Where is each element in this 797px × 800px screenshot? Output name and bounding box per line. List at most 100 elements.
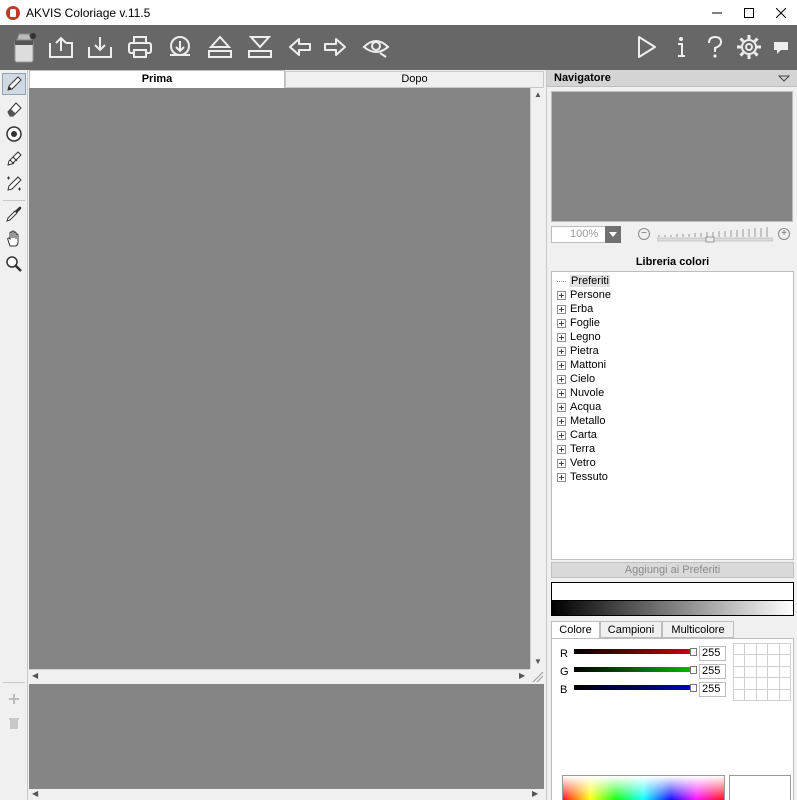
print-button[interactable] [126,33,154,61]
swatch-cell[interactable] [756,655,768,666]
expand-icon[interactable] [557,430,566,440]
swatch-cell[interactable] [779,644,790,655]
scroll-left-icon[interactable]: ◀ [32,671,38,681]
color-strip[interactable] [551,582,794,600]
zoom-tool[interactable] [2,253,26,275]
swatch-cell[interactable] [756,678,768,689]
pencil-tool[interactable] [2,73,26,95]
tab-after[interactable]: Dopo [285,71,544,88]
info-button[interactable] [667,33,695,61]
expand-icon[interactable] [557,472,566,482]
library-item-favorites[interactable]: Preferiti [557,274,610,288]
tab-multicolore[interactable]: Multicolore [662,621,734,638]
swatch-cell[interactable] [734,689,745,700]
color-spectrum[interactable] [562,775,725,800]
red-slider-handle[interactable] [690,648,697,656]
hand-tool[interactable] [2,228,26,250]
green-value-input[interactable]: 255 [699,664,726,679]
zoom-out-button[interactable]: − [638,228,650,240]
expand-icon[interactable] [557,290,566,300]
swatch-cell[interactable] [779,678,790,689]
library-item[interactable]: Pietra [557,344,599,358]
swatch-cell[interactable] [734,644,745,655]
green-slider[interactable] [574,667,696,672]
swatch-cell[interactable] [779,655,790,666]
horizontal-scrollbar[interactable]: ◀ ▶ [29,669,530,683]
blue-slider[interactable] [574,685,696,690]
zoom-in-button[interactable]: + [778,228,790,240]
tab-before[interactable]: Prima [29,70,285,88]
image-canvas[interactable] [29,88,530,669]
zoom-slider[interactable] [657,225,773,243]
export-strokes-button[interactable] [246,33,274,61]
swatch-cell[interactable] [734,655,745,666]
swatch-cell[interactable] [779,666,790,678]
history-scroll-right-icon[interactable]: ▶ [532,789,538,799]
tab-colore[interactable]: Colore [551,621,600,639]
preview-eye-button[interactable] [362,33,390,61]
vertical-scrollbar[interactable]: ▲ ▼ [530,88,544,669]
red-slider[interactable] [574,649,696,654]
library-item[interactable]: Erba [557,302,593,316]
swatch-cell[interactable] [745,655,756,666]
swatch-cell[interactable] [779,689,790,700]
swatch-cell[interactable] [768,678,779,689]
scroll-right-icon[interactable]: ▶ [519,671,525,681]
save-button[interactable] [86,33,114,61]
expand-icon[interactable] [557,332,566,342]
run-button[interactable] [632,33,660,61]
library-item[interactable]: Tessuto [557,470,608,484]
help-button[interactable] [701,33,729,61]
swatch-cell[interactable] [768,655,779,666]
share-button[interactable] [166,33,194,61]
history-scroll-left-icon[interactable]: ◀ [32,789,38,799]
scroll-down-icon[interactable]: ▼ [534,657,542,667]
maximize-button[interactable] [733,0,765,25]
swatch-cell[interactable] [745,666,756,678]
message-button[interactable] [767,33,795,61]
library-item[interactable]: Nuvole [557,386,604,400]
swatch-cell[interactable] [756,689,768,700]
expand-icon[interactable] [557,388,566,398]
library-item[interactable]: Carta [557,428,597,442]
open-button[interactable] [47,33,75,61]
settings-button[interactable] [735,33,763,61]
expand-icon[interactable] [557,318,566,328]
library-item[interactable]: Mattoni [557,358,606,372]
red-value-input[interactable]: 255 [699,646,726,661]
library-item[interactable]: Vetro [557,456,596,470]
library-item[interactable]: Foglie [557,316,600,330]
swatch-cell[interactable] [756,644,768,655]
swatch-cell[interactable] [745,644,756,655]
expand-icon[interactable] [557,360,566,370]
history-scrollbar[interactable]: ◀ ▶ [29,789,544,800]
add-to-favorites-button[interactable]: Aggiungi ai Preferiti [551,562,794,578]
scroll-up-icon[interactable]: ▲ [534,90,542,100]
eyedropper-tool[interactable] [2,203,26,225]
zoom-dropdown-button[interactable] [605,226,621,243]
blue-value-input[interactable]: 255 [699,682,726,697]
expand-icon[interactable] [557,304,566,314]
library-item[interactable]: Metallo [557,414,605,428]
library-item[interactable]: Cielo [557,372,595,386]
swatch-cell[interactable] [734,678,745,689]
zoom-input[interactable]: 100% [551,226,609,243]
library-item[interactable]: Acqua [557,400,601,414]
navigator-preview[interactable] [551,91,793,222]
library-item[interactable]: Legno [557,330,601,344]
expand-icon[interactable] [557,346,566,356]
swatch-cell[interactable] [768,689,779,700]
blue-slider-handle[interactable] [690,684,697,692]
swatch-cell[interactable] [756,666,768,678]
close-button[interactable] [765,0,797,25]
library-item[interactable]: Terra [557,442,595,456]
expand-icon[interactable] [557,374,566,384]
magic-tube-tool[interactable] [2,173,26,195]
delete-history-button[interactable] [2,712,26,734]
green-slider-handle[interactable] [690,666,697,674]
library-item[interactable]: Persone [557,288,611,302]
swatch-cell[interactable] [734,666,745,678]
chain-stroke-tool[interactable] [2,148,26,170]
chevron-down-icon[interactable] [778,75,790,83]
swatch-cell[interactable] [768,644,779,655]
